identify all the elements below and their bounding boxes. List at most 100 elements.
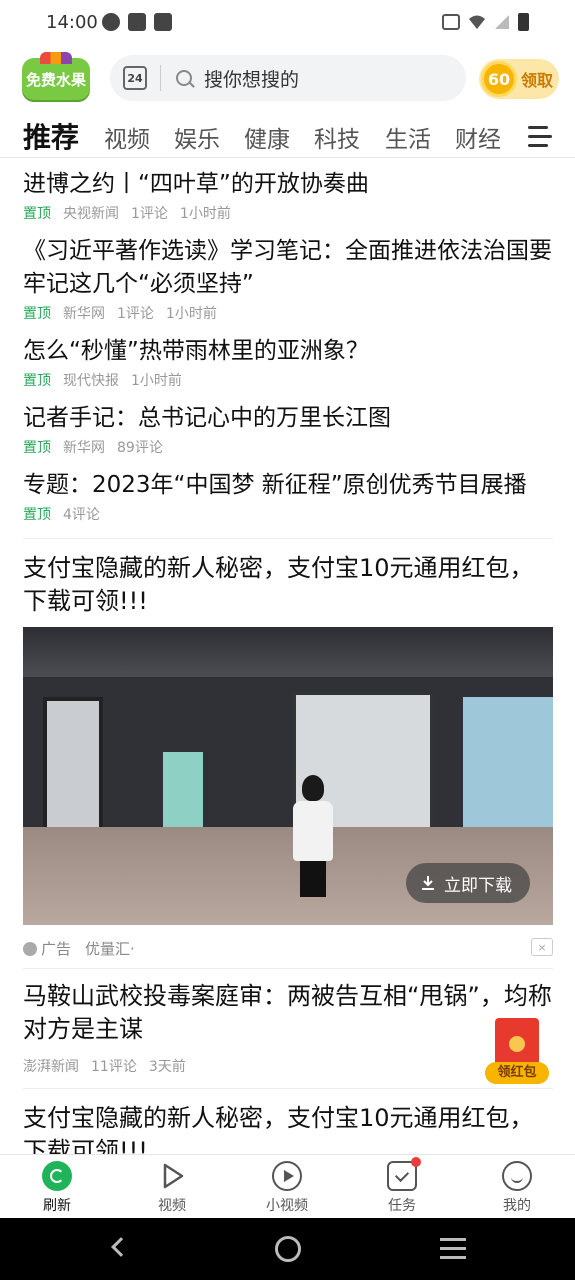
status-bar: 14:00 (0, 0, 575, 48)
comment-count: 4评论 (63, 507, 100, 523)
mail-icon (154, 13, 172, 31)
tab-recommend[interactable]: 推荐 (23, 116, 79, 156)
comment-count: 1评论 (117, 306, 154, 322)
advertiser-name: 优量汇· (85, 940, 135, 958)
tab-video[interactable]: 视频 (104, 120, 150, 154)
download-button[interactable]: 立即下载 (406, 863, 530, 903)
news-time: 1小时前 (131, 373, 182, 389)
tab-entertainment[interactable]: 娱乐 (174, 120, 220, 154)
claim-label: 领取 (521, 71, 554, 90)
logo-text: 免费水果 (25, 70, 86, 89)
nav-label: 刷新 (43, 1198, 71, 1214)
comment-count: 89评论 (117, 440, 163, 456)
ad-video[interactable]: 立即下载 (23, 627, 553, 925)
pinned-badge: 置顶 (23, 507, 51, 523)
calendar-icon[interactable]: 24 (123, 66, 147, 90)
list-item[interactable]: 专题：2023年“中国梦 新征程”原创优秀节目展播 置顶 4评论 (23, 469, 553, 524)
news-title: 马鞍山武校投毒案庭审：两被告互相“甩锅”，均称对方是主谋 (23, 982, 552, 1043)
pinned-badge: 置顶 (23, 373, 51, 389)
nav-refresh[interactable]: 刷新 (17, 1161, 97, 1215)
divider (160, 65, 161, 91)
news-source: 现代快报 (63, 373, 119, 389)
news-title: 怎么“秒懂”热带雨林里的亚洲象？ (23, 338, 369, 364)
recents-icon[interactable] (440, 1238, 466, 1265)
divider (23, 1088, 553, 1089)
pinned-badge: 置顶 (23, 306, 51, 322)
wifi-icon (469, 15, 485, 29)
notification-icons (102, 13, 172, 31)
download-icon (422, 876, 434, 890)
download-label: 立即下载 (444, 875, 512, 896)
nav-label: 任务 (388, 1198, 416, 1214)
fruit-icon (40, 52, 72, 64)
task-icon (387, 1157, 421, 1191)
list-item[interactable]: 记者手记：总书记心中的万里长江图 置顶 新华网 89评论 (23, 402, 553, 457)
coin-icon: 60 (481, 61, 517, 97)
header: 免费水果 24 搜你想搜的 60 领取 (0, 52, 575, 106)
tab-tech[interactable]: 科技 (314, 120, 360, 154)
app-logo[interactable]: 免费水果 (22, 52, 90, 100)
vibrate-icon (442, 14, 460, 30)
tab-life[interactable]: 生活 (385, 120, 431, 154)
news-source: 央视新闻 (63, 206, 119, 222)
comment-count: 1评论 (131, 206, 168, 222)
divider (23, 538, 553, 539)
circle-play-icon (272, 1161, 302, 1191)
news-title: 专题：2023年“中国梦 新征程”原创优秀节目展播 (23, 472, 527, 498)
news-time: 3天前 (148, 1059, 186, 1075)
category-tabs: 推荐 视频 娱乐 健康 科技 生活 财经 (0, 114, 575, 158)
mail-icon (128, 13, 146, 31)
battery-icon (518, 13, 529, 31)
nav-task[interactable]: 任务 (362, 1157, 442, 1215)
user-icon (502, 1161, 532, 1191)
notification-dot (411, 1157, 421, 1167)
close-ad-button[interactable]: × (531, 938, 553, 956)
signal-icon (495, 15, 509, 29)
nav-profile[interactable]: 我的 (477, 1161, 557, 1215)
news-title: 进博之约丨“四叶草”的开放协奏曲 (23, 171, 369, 197)
nav-label: 视频 (158, 1198, 186, 1214)
nav-short-video[interactable]: 小视频 (247, 1161, 327, 1215)
pinned-badge: 置顶 (23, 440, 51, 456)
nav-label: 小视频 (266, 1198, 308, 1214)
claim-coin-button[interactable]: 60 领取 (479, 59, 559, 99)
video-person (291, 775, 335, 897)
list-item[interactable]: 马鞍山武校投毒案庭审：两被告互相“甩锅”，均称对方是主谋 澎湃新闻 11评论 3… (23, 980, 553, 1076)
bottom-nav: 刷新 视频 小视频 任务 我的 (0, 1154, 575, 1218)
red-envelope-label: 领红包 (485, 1062, 549, 1084)
nav-video[interactable]: 视频 (132, 1161, 212, 1215)
news-title: 记者手记：总书记心中的万里长江图 (23, 405, 391, 431)
nav-label: 我的 (503, 1198, 531, 1214)
menu-icon[interactable] (528, 126, 552, 148)
search-icon (176, 70, 192, 86)
play-icon (157, 1161, 187, 1191)
search-bar[interactable]: 24 搜你想搜的 (110, 55, 466, 101)
list-item[interactable]: 《习近平著作选读》学习笔记：全面推进依法治国要牢记这几个“必须坚持” 置顶 新华… (23, 235, 553, 323)
tab-health[interactable]: 健康 (244, 120, 290, 154)
comment-count: 11评论 (91, 1059, 137, 1075)
status-time: 14:00 (46, 12, 98, 33)
back-icon[interactable] (111, 1237, 131, 1257)
home-icon[interactable] (275, 1236, 301, 1262)
ad-title[interactable]: 支付宝隐藏的新人秘密，支付宝10元通用红包，下载可领!!! (23, 552, 543, 618)
ad-label: 广告 (41, 940, 72, 958)
refresh-icon (42, 1161, 72, 1191)
system-icons (442, 13, 529, 31)
divider (23, 968, 553, 969)
ad-title[interactable]: 支付宝隐藏的新人秘密，支付宝10元通用红包，下载可领!!! (23, 1102, 543, 1154)
ad-logo-icon (23, 941, 37, 956)
news-time: 1小时前 (179, 206, 231, 222)
news-title: 《习近平著作选读》学习笔记：全面推进依法治国要牢记这几个“必须坚持” (23, 238, 552, 297)
tab-finance[interactable]: 财经 (455, 120, 501, 154)
search-input[interactable]: 搜你想搜的 (204, 65, 299, 92)
list-item[interactable]: 怎么“秒懂”热带雨林里的亚洲象？ 置顶 现代快报 1小时前 (23, 335, 553, 390)
red-envelope-button[interactable]: 领红包 (485, 1018, 551, 1084)
system-nav-bar (0, 1218, 575, 1280)
news-source: 新华网 (63, 440, 105, 456)
list-item[interactable]: 进博之约丨“四叶草”的开放协奏曲 置顶 央视新闻 1评论 1小时前 (23, 168, 553, 223)
news-source: 澎湃新闻 (23, 1059, 79, 1075)
check-icon (102, 13, 120, 31)
pinned-badge: 置顶 (23, 206, 51, 222)
ad-meta: 广告 优量汇· × (23, 938, 553, 959)
news-time: 1小时前 (165, 306, 217, 322)
